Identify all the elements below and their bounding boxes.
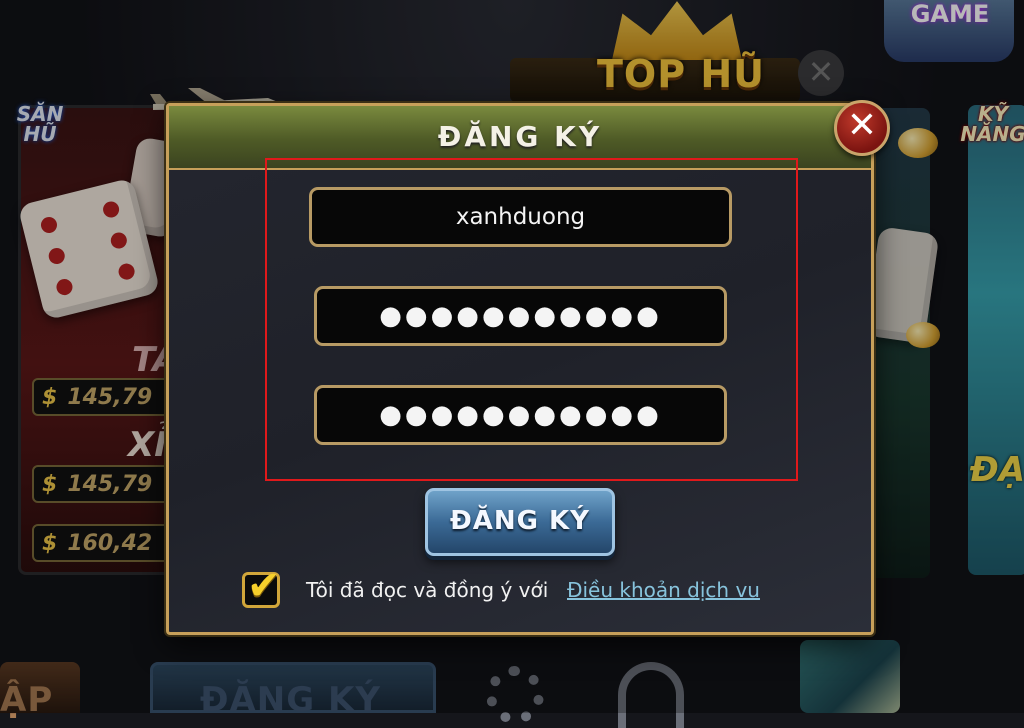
dialog-header: ĐĂNG KÝ [169, 106, 871, 170]
dialog-title: ĐĂNG KÝ [437, 120, 603, 153]
agree-checkbox[interactable]: ✔ [242, 563, 281, 609]
terms-of-service-link[interactable]: Điều khoản dịch vu [567, 578, 760, 602]
password-input[interactable] [314, 286, 727, 346]
close-button[interactable]: ✕ [834, 100, 890, 156]
username-input[interactable] [309, 187, 732, 247]
agree-text: Tôi đã đọc và đồng ý với [306, 578, 549, 602]
close-icon: ✕ [846, 105, 878, 146]
check-icon: ✔ [247, 563, 281, 609]
register-submit-button[interactable]: ĐĂNG KÝ [425, 488, 615, 556]
confirm-password-input[interactable] [314, 385, 727, 445]
